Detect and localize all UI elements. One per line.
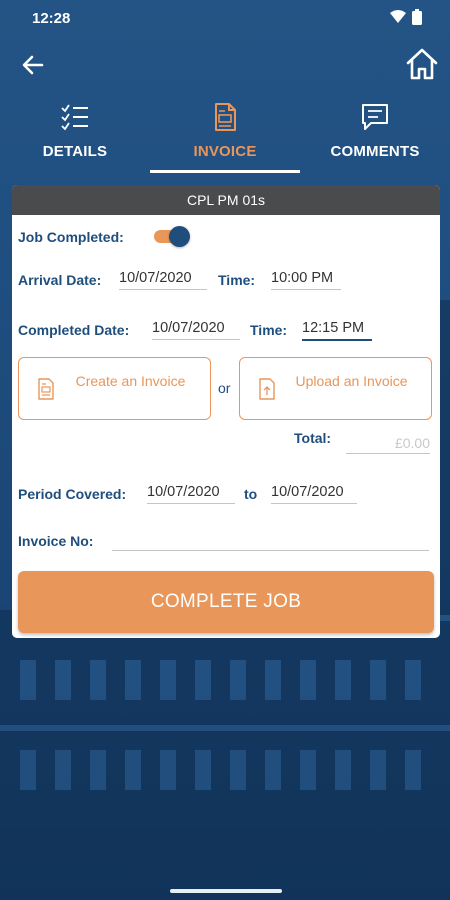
period-from-field[interactable]: 10/07/2020	[147, 484, 235, 504]
invoice-no-label: Invoice No:	[18, 533, 94, 549]
wifi-icon	[390, 10, 406, 23]
invoice-no-field[interactable]	[112, 531, 429, 551]
create-invoice-button[interactable]: Create an Invoice	[18, 357, 211, 420]
period-to-field[interactable]: 10/07/2020	[271, 484, 357, 504]
upload-invoice-label: Upload an Invoice	[295, 373, 408, 389]
app-bar	[0, 40, 450, 90]
upload-document-icon	[259, 378, 275, 400]
toggle-thumb	[169, 226, 190, 247]
complete-job-button[interactable]: COMPLETE JOB	[18, 571, 434, 633]
status-bar: 12:28	[0, 0, 450, 36]
completed-date-label: Completed Date:	[18, 322, 130, 338]
invoice-document-icon	[215, 103, 236, 131]
comment-icon	[362, 104, 388, 130]
total-value: £0.00	[394, 435, 430, 451]
battery-icon	[412, 9, 422, 25]
total-underline	[346, 453, 430, 454]
arrival-date-field[interactable]: 10/07/2020	[119, 270, 207, 290]
status-time: 12:28	[32, 10, 71, 27]
period-to-label: to	[244, 486, 258, 502]
invoice-card: CPL PM 01s Job Completed: Arrival Date: …	[12, 185, 440, 638]
upload-invoice-button[interactable]: Upload an Invoice	[239, 357, 432, 420]
completed-time-field[interactable]: 12:15 PM	[302, 320, 372, 341]
tab-invoice-label: INVOICE	[193, 143, 257, 160]
card-title: CPL PM 01s	[12, 185, 440, 215]
arrival-date-label: Arrival Date:	[18, 272, 102, 288]
tab-details-label: DETAILS	[42, 143, 108, 160]
tab-details[interactable]: DETAILS	[0, 100, 150, 172]
arrival-time-label: Time:	[218, 272, 256, 288]
total-label: Total:	[294, 430, 332, 446]
status-icons	[390, 9, 422, 25]
checklist-icon	[61, 104, 88, 131]
completed-date-field[interactable]: 10/07/2020	[152, 320, 240, 340]
arrival-time-field[interactable]: 10:00 PM	[271, 270, 341, 290]
tab-comments[interactable]: COMMENTS	[300, 100, 450, 172]
completed-time-label: Time:	[250, 322, 288, 338]
home-icon[interactable]	[404, 46, 440, 82]
tab-bar: DETAILS INVOICE COMMENTS	[0, 100, 450, 175]
invoice-document-icon	[38, 378, 54, 400]
tab-comments-label: COMMENTS	[330, 143, 420, 160]
period-covered-label: Period Covered:	[18, 486, 127, 502]
back-arrow-icon[interactable]	[18, 50, 48, 80]
job-completed-toggle[interactable]	[154, 226, 190, 247]
home-indicator	[170, 889, 282, 893]
create-invoice-label: Create an Invoice	[75, 373, 186, 389]
job-completed-label: Job Completed:	[18, 229, 124, 245]
tab-invoice[interactable]: INVOICE	[150, 100, 300, 172]
or-label: or	[218, 380, 231, 396]
active-tab-indicator	[150, 170, 300, 173]
